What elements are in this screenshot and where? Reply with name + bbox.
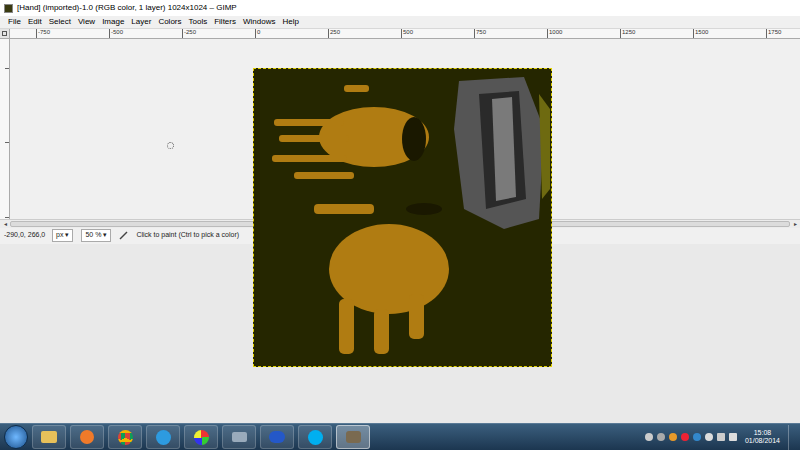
volume-icon[interactable] xyxy=(729,433,737,441)
clock[interactable]: 15:08 01/08/2014 xyxy=(741,429,784,446)
taskbar-app[interactable] xyxy=(108,425,142,449)
dropdown-arrow-icon: ▾ xyxy=(65,230,69,241)
ruler-tick xyxy=(109,29,110,39)
taskbar-app[interactable] xyxy=(222,425,256,449)
window-title: [Hand] (imported)-1.0 (RGB color, 1 laye… xyxy=(17,4,237,12)
workspace xyxy=(0,39,800,219)
menu-item[interactable]: Layer xyxy=(131,18,151,26)
canvas-area[interactable] xyxy=(10,39,800,219)
unit-dropdown[interactable]: px ▾ xyxy=(52,229,73,242)
menu-item[interactable]: Filters xyxy=(214,18,236,26)
unit-label: px xyxy=(56,230,63,241)
ruler-tick xyxy=(693,29,694,39)
ruler-label: 0 xyxy=(257,29,260,36)
zoom-dropdown[interactable]: 50 % ▾ xyxy=(81,229,111,242)
menu-item[interactable]: Tools xyxy=(189,18,208,26)
zoom-label: 50 % xyxy=(85,230,101,241)
status-message: Click to paint (Ctrl to pick a color) xyxy=(136,230,239,241)
menu-item[interactable]: Colors xyxy=(158,18,181,26)
chrome-icon xyxy=(118,430,133,445)
ruler-label: 250 xyxy=(330,29,340,36)
taskbar-app[interactable] xyxy=(70,425,104,449)
taskbar-app[interactable] xyxy=(32,425,66,449)
ruler-label: -750 xyxy=(38,29,50,36)
ruler-label: -250 xyxy=(184,29,196,36)
image-canvas[interactable] xyxy=(253,68,552,367)
texture-picture-icon xyxy=(254,69,551,366)
system-tray xyxy=(645,433,737,441)
tray-icon[interactable] xyxy=(669,433,677,441)
scroll-left-icon[interactable]: ◂ xyxy=(2,221,8,227)
taskbar-app[interactable] xyxy=(184,425,218,449)
app-icon xyxy=(156,430,171,445)
horizontal-ruler: -750 -500 -250 0 250 500 750 1000 1250 1500 1750 xyxy=(10,29,800,39)
ruler-tick xyxy=(182,29,183,39)
menu-item[interactable]: Windows xyxy=(243,18,275,26)
show-desktop-button[interactable] xyxy=(788,425,796,450)
menu-bar: File Edit Select View Image Layer Colors Tools F… xyxy=(0,16,800,29)
ruler-tick xyxy=(255,29,256,39)
taskbar-app[interactable] xyxy=(260,425,294,449)
tray-icon[interactable] xyxy=(657,433,665,441)
app-icon xyxy=(194,430,209,445)
paintbrush-icon xyxy=(119,231,128,240)
title-bar: [Hand] (imported)-1.0 (RGB color, 1 laye… xyxy=(0,0,800,16)
scroll-right-icon[interactable]: ▸ xyxy=(792,221,798,227)
vertical-ruler xyxy=(0,39,10,219)
screen: [Hand] (imported)-1.0 (RGB color, 1 laye… xyxy=(0,0,800,450)
ruler-tick xyxy=(766,29,767,39)
start-orb-icon[interactable] xyxy=(4,425,28,449)
ruler-label: 500 xyxy=(403,29,413,36)
ruler-tick xyxy=(620,29,621,39)
menu-item[interactable]: Select xyxy=(49,18,71,26)
ruler-label: -500 xyxy=(111,29,123,36)
pointer-coordinates: -290,0, 266,0 xyxy=(4,230,44,241)
menu-item[interactable]: File xyxy=(8,18,21,26)
taskbar-app[interactable] xyxy=(336,425,370,449)
tray-icon[interactable] xyxy=(693,433,701,441)
cursor-icon xyxy=(167,142,174,149)
ruler-tick xyxy=(401,29,402,39)
taskbar-app[interactable] xyxy=(298,425,332,449)
quick-mask-icon[interactable] xyxy=(0,29,10,39)
taskbar-app[interactable] xyxy=(146,425,180,449)
dropdown-arrow-icon: ▾ xyxy=(103,230,107,241)
app-icon xyxy=(269,431,285,443)
app-icon xyxy=(232,432,247,442)
menu-item[interactable]: Help xyxy=(282,18,298,26)
folder-icon xyxy=(41,431,57,443)
image-thumbnail-icon xyxy=(4,4,13,13)
tray-icon[interactable] xyxy=(645,433,653,441)
ruler-tick xyxy=(547,29,548,39)
ruler-label: 1500 xyxy=(695,29,708,36)
ruler-label: 1000 xyxy=(549,29,562,36)
clock-date: 01/08/2014 xyxy=(745,437,780,445)
ruler-label: 1250 xyxy=(622,29,635,36)
menu-item[interactable]: View xyxy=(78,18,95,26)
taskbar: 15:08 01/08/2014 xyxy=(0,423,800,450)
menu-item[interactable]: Edit xyxy=(28,18,42,26)
ruler-tick xyxy=(474,29,475,39)
tray-icon[interactable] xyxy=(705,433,713,441)
ruler-row: -750 -500 -250 0 250 500 750 1000 1250 1500 1750 xyxy=(0,29,800,39)
gimp-icon xyxy=(346,431,361,443)
network-icon[interactable] xyxy=(717,433,725,441)
ruler-label: 1750 xyxy=(768,29,781,36)
ruler-tick xyxy=(328,29,329,39)
clock-time: 15:08 xyxy=(754,429,772,437)
ruler-tick xyxy=(36,29,37,39)
ruler-label: 750 xyxy=(476,29,486,36)
media-player-icon xyxy=(80,430,94,444)
tray-icon[interactable] xyxy=(681,433,689,441)
menu-item[interactable]: Image xyxy=(102,18,124,26)
skype-icon xyxy=(308,430,323,445)
